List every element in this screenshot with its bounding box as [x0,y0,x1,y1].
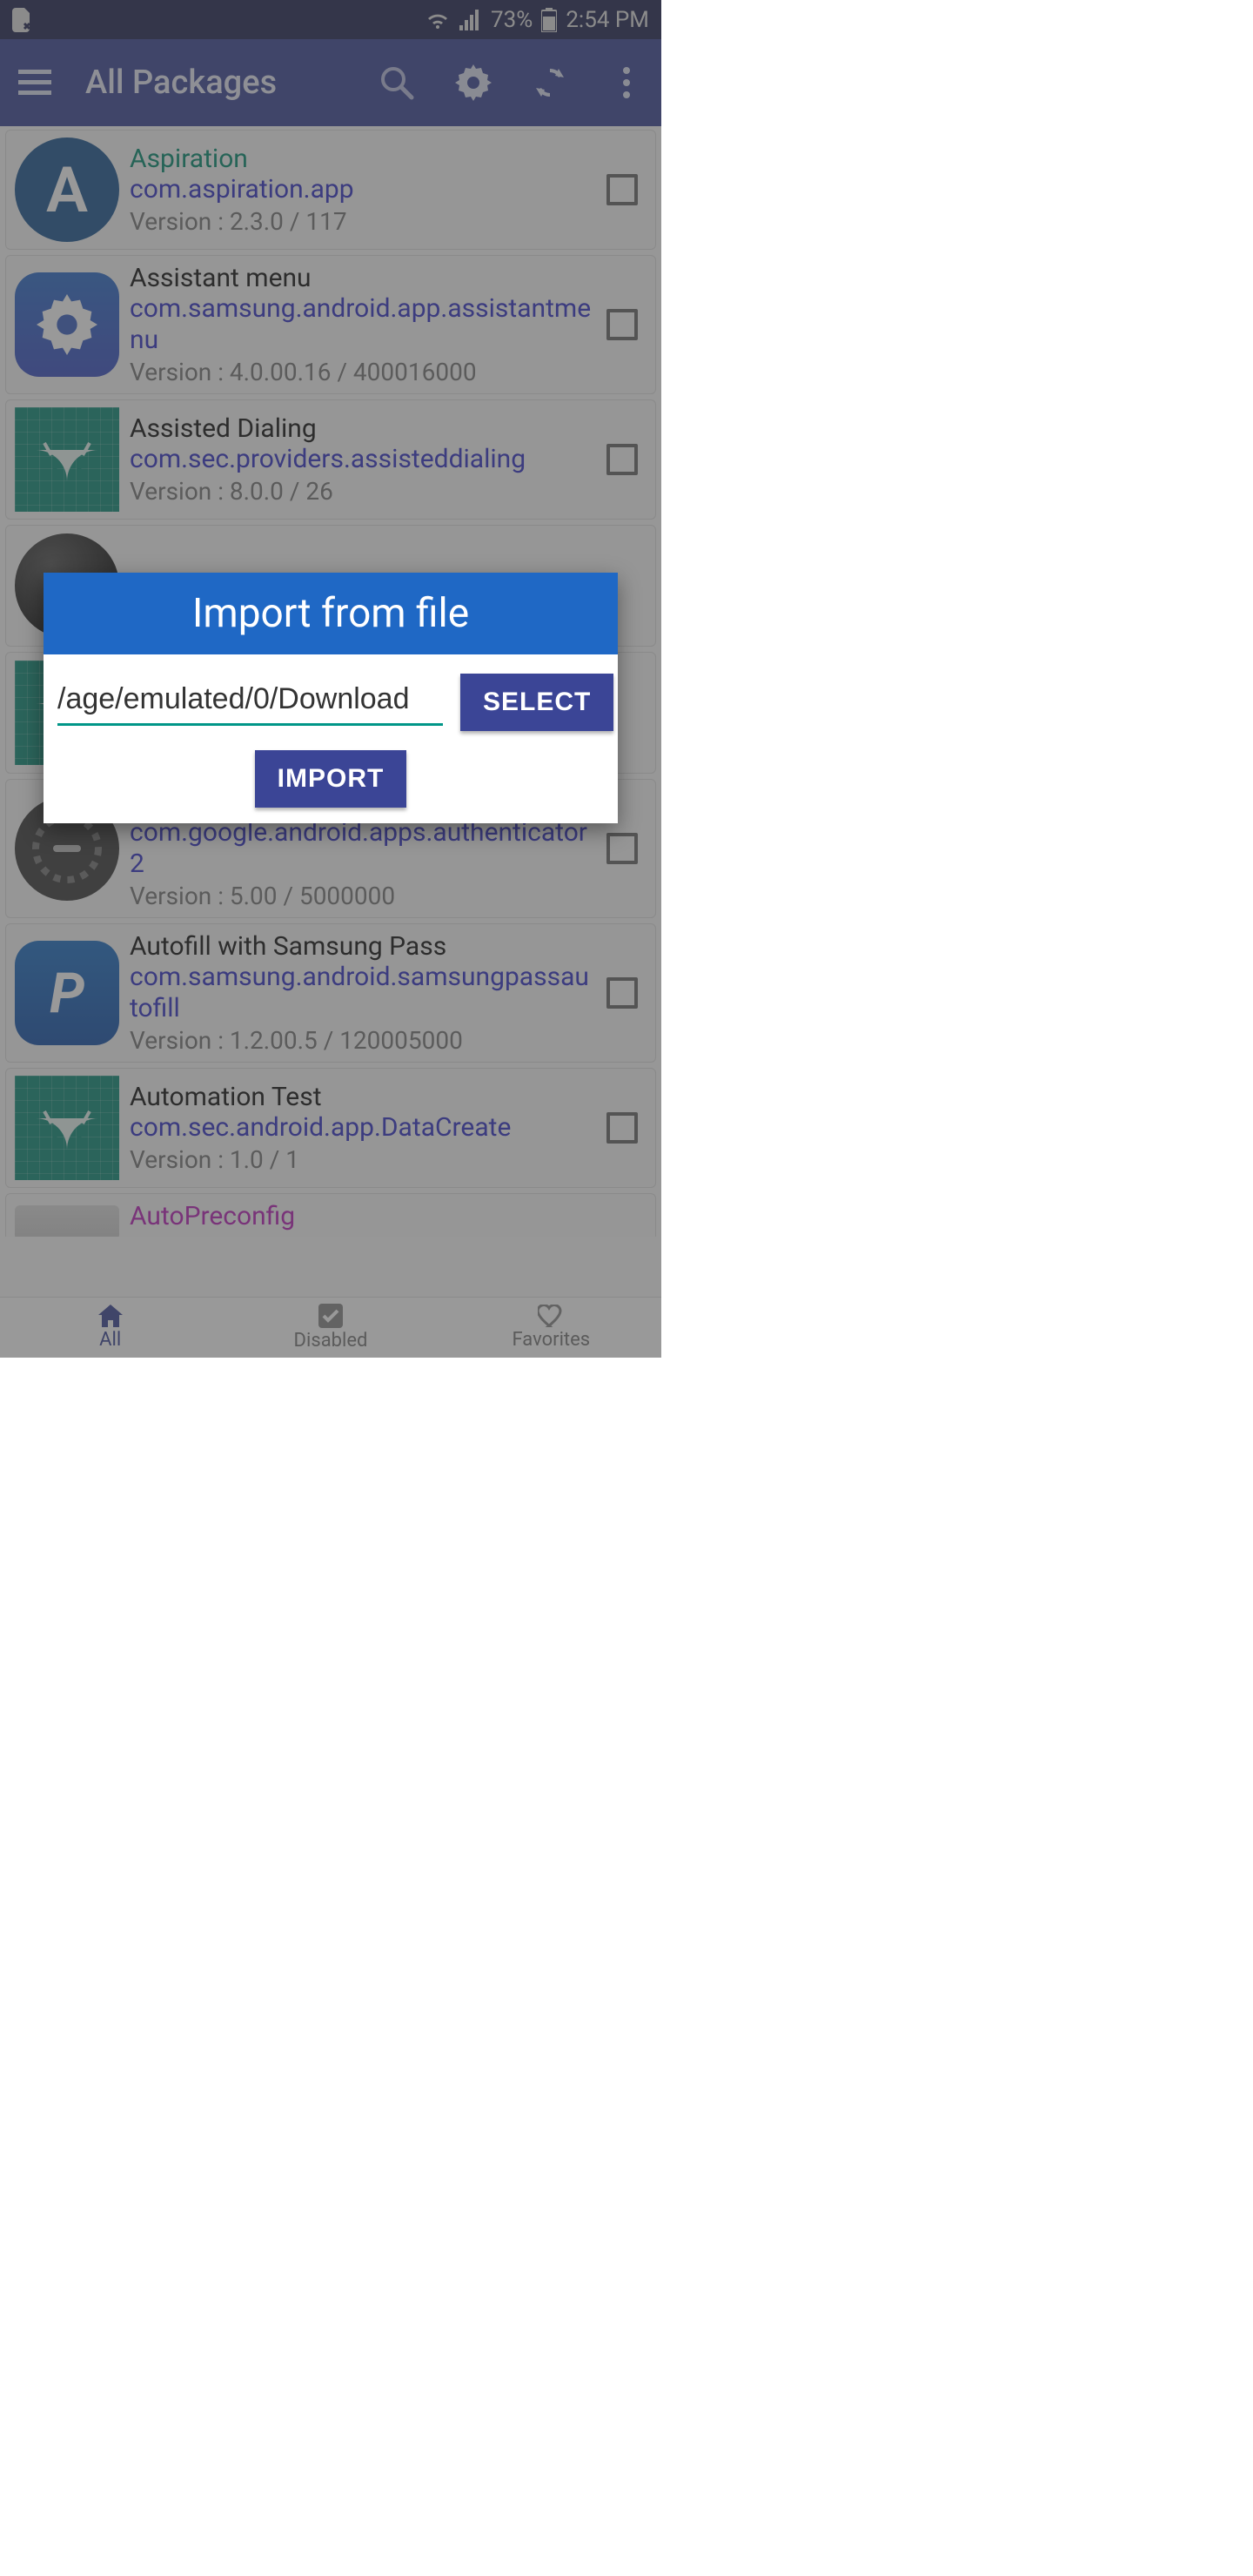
dialog-title: Import from file [44,573,618,654]
import-button[interactable]: IMPORT [255,750,407,808]
import-dialog: Import from file SELECT IMPORT [44,573,618,823]
screen: 73% 2:54 PM All Packages [0,0,661,1358]
select-button[interactable]: SELECT [460,674,613,731]
file-path-input[interactable] [57,679,443,726]
